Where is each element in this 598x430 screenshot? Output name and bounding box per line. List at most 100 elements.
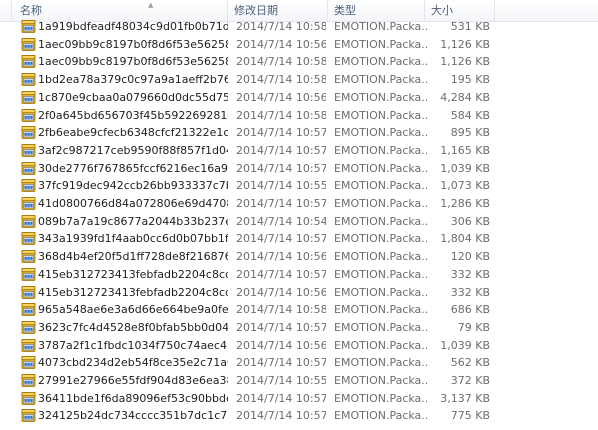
file-name: 324125b24dc734cccc351b7dc1c7236... [38, 409, 228, 423]
file-size: 584 KB [450, 108, 490, 122]
file-type: EMOTION.Packa... [334, 197, 428, 210]
file-row[interactable]: 415eb312723413febfadb2204c8cda0... 2014/7… [0, 283, 598, 302]
file-size: 1,804 KB [440, 232, 490, 246]
file-row[interactable]: 965a548ae6e3a6d66e664be9a0fe282... 2014/7… [0, 300, 598, 319]
file-modified-date: 2014/7/14 10:57 [236, 391, 326, 405]
file-row[interactable]: 368d4b4ef20f5d1ff728de8f216876e7... 2014/… [0, 247, 598, 266]
file-modified-date: 2014/7/14 10:57 [236, 197, 326, 210]
file-name: 4073cbd234d2eb54f8ce35e2c71a0e8... [38, 356, 228, 370]
file-type: EMOTION.Packa... [334, 374, 428, 387]
file-row[interactable]: 36411bde1f6da89096ef53c90bbde9f... 2014/7… [0, 389, 598, 408]
package-file-icon [21, 267, 36, 282]
package-file-icon [21, 391, 36, 406]
file-row[interactable]: 343a1939fd1f4aab0cc6d0b07bb1fe6... 2014/7… [0, 229, 598, 248]
file-name: 415eb312723413febfadb2204c8cda0... [38, 285, 228, 299]
package-file-icon [21, 196, 36, 211]
package-file-icon [21, 37, 36, 52]
file-row[interactable]: 1a919bdfeadf48034c9d01fb0b71d38... 2014/7… [0, 17, 598, 36]
file-row[interactable]: 324125b24dc734cccc351b7dc1c7236... 2014/7… [0, 406, 598, 425]
file-size: 1,165 KB [440, 143, 490, 157]
file-type: EMOTION.Packa... [334, 161, 428, 175]
file-size: 531 KB [450, 20, 490, 33]
file-row[interactable]: 27991e27966e55fdf904d83e6ea3829... 2014/7… [0, 371, 598, 390]
file-modified-date: 2014/7/14 10:56 [236, 37, 326, 51]
file-row[interactable]: 3623c7fc4d4528e8f0bfab5bb0d0424... 2014/7… [0, 318, 598, 337]
file-name: 1c870e9cbaa0a079660d0dc55d75ea... [38, 90, 228, 104]
file-name: 368d4b4ef20f5d1ff728de8f216876e7... [38, 250, 228, 264]
file-type: EMOTION.Packa... [334, 126, 428, 140]
file-name: 343a1939fd1f4aab0cc6d0b07bb1fe6... [38, 232, 228, 246]
package-file-icon [21, 54, 36, 69]
package-file-icon [21, 231, 36, 246]
file-row[interactable]: 2fb6eabe9cfecb6348cfcf21322e1c22... 2014/… [0, 123, 598, 142]
file-name: 37fc919dec942ccb26bb933337c7b08... [38, 179, 228, 193]
column-header-type-label: 类型 [334, 4, 356, 17]
file-name: 3af2c987217ceb9590f88f857f1d0488... [38, 143, 228, 157]
package-file-icon [21, 408, 36, 423]
file-name: 3623c7fc4d4528e8f0bfab5bb0d0424... [38, 320, 228, 334]
file-type: EMOTION.Packa... [334, 267, 428, 281]
file-name: 089b7a7a19c8677a2044b33b237e6a... [38, 214, 228, 228]
file-type: EMOTION.Packa... [334, 108, 428, 122]
file-size: 120 KB [450, 250, 490, 264]
file-type: EMOTION.Packa... [334, 214, 428, 228]
file-name: 415eb312723413febfadb2204c8cda0... [38, 267, 228, 281]
file-row[interactable]: 3787a2f1c1fbdc1034f750c74aec456e... 2014/… [0, 336, 598, 355]
file-modified-date: 2014/7/14 10:54 [236, 214, 326, 228]
file-modified-date: 2014/7/14 10:57 [236, 126, 326, 140]
file-size: 332 KB [450, 267, 490, 281]
file-size: 1,039 KB [440, 338, 490, 352]
file-type: EMOTION.Packa... [334, 303, 428, 317]
file-modified-date: 2014/7/14 10:57 [236, 143, 326, 157]
file-name: 1aec09bb9c8197b0f8d6f53e5625851... [38, 55, 228, 69]
file-size: 306 KB [450, 214, 490, 228]
file-row[interactable]: 1aec09bb9c8197b0f8d6f53e5625851... 2014/7… [0, 52, 598, 71]
file-modified-date: 2014/7/14 10:56 [236, 338, 326, 352]
file-modified-date: 2014/7/14 10:58 [236, 108, 326, 122]
file-row[interactable]: 1c870e9cbaa0a079660d0dc55d75ea... 2014/7/… [0, 88, 598, 107]
file-type: EMOTION.Packa... [334, 250, 428, 264]
package-file-icon [21, 161, 36, 176]
package-file-icon [21, 320, 36, 335]
package-file-icon [21, 214, 36, 229]
file-type: EMOTION.Packa... [334, 320, 428, 334]
file-name: 1a919bdfeadf48034c9d01fb0b71d38... [38, 20, 228, 33]
package-file-icon [21, 178, 36, 193]
package-file-icon [21, 72, 36, 87]
file-row[interactable]: 089b7a7a19c8677a2044b33b237e6a... 2014/7/… [0, 212, 598, 231]
file-name: 1bd2ea78a379c0c97a9a1aeff2b76c3f... [38, 73, 228, 87]
package-file-icon [21, 338, 36, 353]
column-header-size-label: 大小 [431, 4, 453, 17]
file-name: 41d0800766d84a072806e69d470881... [38, 197, 228, 210]
file-row[interactable]: 30de2776f767865fccf6216ec16a92e7... 2014/… [0, 159, 598, 178]
file-type: EMOTION.Packa... [334, 409, 428, 423]
file-modified-date: 2014/7/14 10:56 [236, 250, 326, 264]
file-row[interactable]: 1bd2ea78a379c0c97a9a1aeff2b76c3f... 2014/… [0, 70, 598, 89]
file-name: 1aec09bb9c8197b0f8d6f53e5625851... [38, 37, 228, 51]
file-name: 27991e27966e55fdf904d83e6ea3829... [38, 374, 228, 387]
file-size: 1,126 KB [440, 37, 490, 51]
file-size: 1,126 KB [440, 55, 490, 69]
package-file-icon [21, 373, 36, 388]
file-row[interactable]: 37fc919dec942ccb26bb933337c7b08... 2014/7… [0, 176, 598, 195]
file-name: 36411bde1f6da89096ef53c90bbde9f... [38, 391, 228, 405]
file-size: 1,039 KB [440, 161, 490, 175]
file-row[interactable]: 3af2c987217ceb9590f88f857f1d0488... 2014/… [0, 141, 598, 160]
file-type: EMOTION.Packa... [334, 179, 428, 193]
sort-ascending-icon: ▲ [148, 1, 154, 9]
package-file-icon [21, 19, 36, 34]
file-type: EMOTION.Packa... [334, 356, 428, 370]
file-modified-date: 2014/7/14 10:57 [236, 232, 326, 246]
file-name: 2f0a645bd656703f45b592269281448... [38, 108, 228, 122]
file-size: 775 KB [450, 409, 490, 423]
file-row[interactable]: 41d0800766d84a072806e69d470881... 2014/7/… [0, 194, 598, 213]
file-modified-date: 2014/7/14 10:58 [236, 20, 326, 33]
file-row[interactable]: 4073cbd234d2eb54f8ce35e2c71a0e8... 2014/7… [0, 353, 598, 372]
file-size: 686 KB [450, 303, 490, 317]
file-row[interactable]: 415eb312723413febfadb2204c8cda0... 2014/7… [0, 265, 598, 284]
file-modified-date: 2014/7/14 10:57 [236, 267, 326, 281]
package-file-icon [21, 125, 36, 140]
file-row[interactable]: 2f0a645bd656703f45b592269281448... 2014/7… [0, 106, 598, 125]
file-row[interactable]: 1aec09bb9c8197b0f8d6f53e5625851... 2014/7… [0, 35, 598, 54]
package-file-icon [21, 249, 36, 264]
